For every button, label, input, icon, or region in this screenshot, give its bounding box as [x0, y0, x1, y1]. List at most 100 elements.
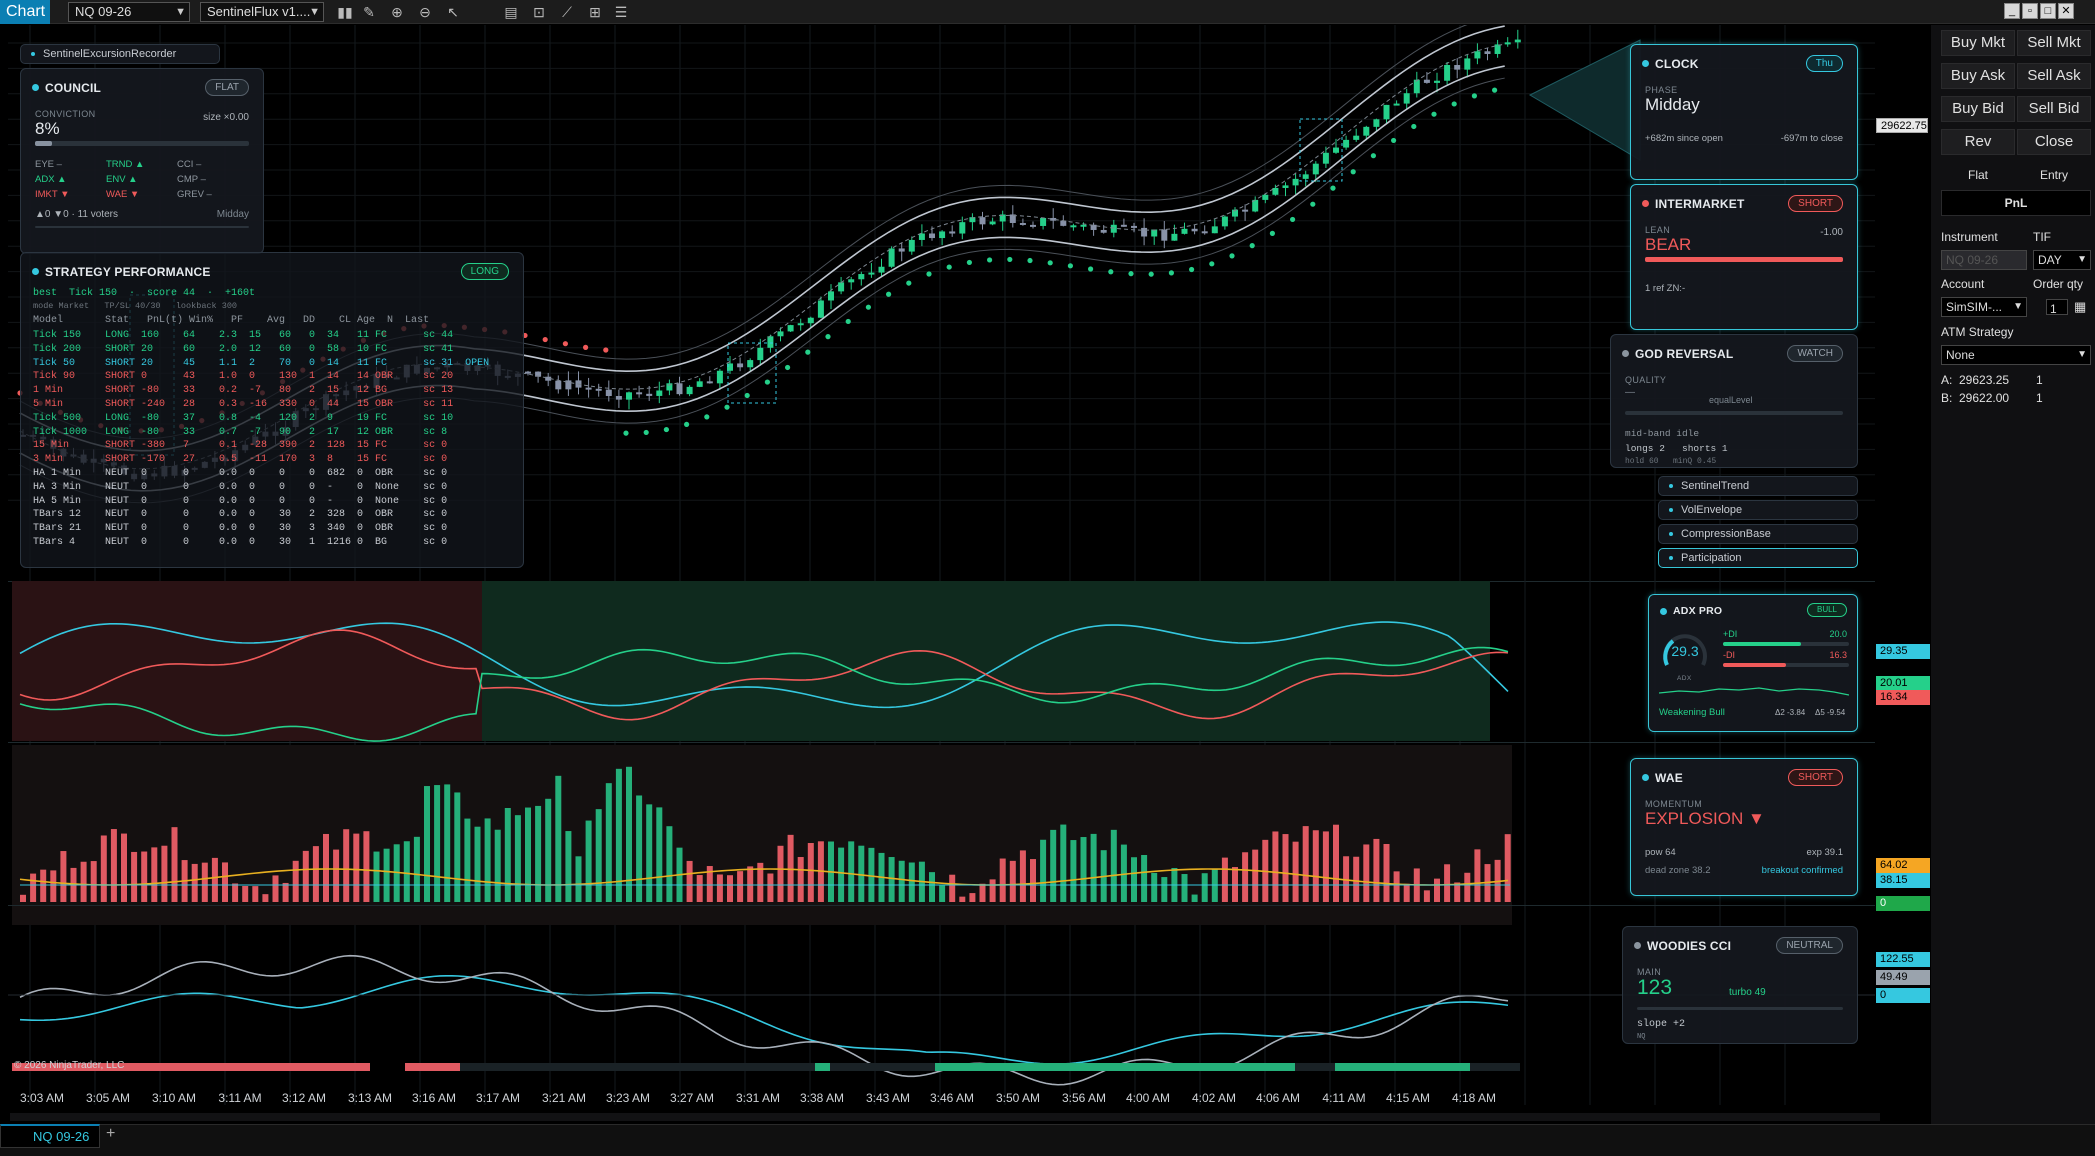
pointer-icon[interactable]: ↖	[444, 3, 462, 21]
recorder-label[interactable]: SentinelExcursionRecorder	[20, 44, 220, 64]
wae-bar	[1080, 837, 1087, 902]
strategy-row: 5 Min SHORT -240 28 0.3 -16 330 0 44 15 …	[33, 399, 454, 410]
snapshot-icon[interactable]: ⊡	[530, 3, 548, 21]
pdi-label: +DI	[1723, 629, 1738, 639]
trend-dot	[1007, 256, 1013, 263]
chart-area[interactable]: 29650.0029640.0029630.0029620.0029610.00…	[0, 25, 1880, 1135]
status-dot	[32, 84, 39, 91]
instrument-tab[interactable]: NQ 09-26	[0, 1124, 100, 1148]
quality-label: QUALITY	[1625, 375, 1667, 385]
buy-ask-button[interactable]: Buy Ask	[1941, 63, 2015, 89]
candle	[1494, 44, 1501, 54]
draw-pencil-icon[interactable]: ✎	[360, 3, 378, 21]
wae-bar	[1353, 856, 1360, 902]
bid-qty: 1	[2036, 391, 2043, 405]
time-axis-label: 4:15 AM	[1386, 1091, 1430, 1105]
time-axis-label: 3:43 AM	[866, 1091, 910, 1105]
wae-bar	[343, 829, 350, 902]
candle	[838, 282, 845, 292]
time-axis-label: 3:13 AM	[348, 1091, 392, 1105]
wae-bar	[979, 883, 986, 902]
session-strip	[1470, 1063, 1520, 1071]
order-qty-value[interactable]: 1	[2046, 299, 2068, 316]
account-select[interactable]: SimSIM-... ▼	[1941, 297, 2027, 317]
sell-bid-button[interactable]: Sell Bid	[2017, 96, 2091, 122]
window-maximize-icon[interactable]: □	[2040, 3, 2056, 19]
strategies-icon[interactable]: ⟋	[558, 3, 576, 21]
separator	[8, 742, 1875, 743]
clock-panel[interactable]: CLOCK Thu PHASE Midday +682m since open …	[1630, 44, 1858, 180]
strategy-mode: mode Market TP/SL 40/30 lookback 300	[33, 301, 238, 311]
properties-icon[interactable]: ▤	[502, 3, 520, 21]
chevron-down-icon: ▼	[2013, 301, 2023, 312]
trend-dot	[1290, 216, 1296, 223]
float-label-sentineltrend[interactable]: SentinelTrend	[1658, 476, 1858, 496]
candle	[1242, 209, 1249, 212]
candle	[1110, 224, 1117, 233]
chevron-down-icon: ▼	[309, 6, 320, 18]
window-minimize-icon[interactable]: _	[2004, 3, 2020, 19]
candle	[1131, 225, 1137, 228]
calculator-icon[interactable]: ▦	[2074, 298, 2086, 316]
wae-bar	[1161, 877, 1168, 902]
adx-delta5: Δ5 -9.54	[1815, 708, 1846, 717]
adx-value-tag: 20.01	[1876, 676, 1930, 691]
god-reversal-panel[interactable]: GOD REVERSAL WATCH QUALITY — equalLevel …	[1610, 334, 1858, 468]
float-label-participation[interactable]: Participation	[1658, 548, 1858, 568]
candle	[1019, 222, 1026, 225]
tif-select[interactable]: DAY ▼	[2033, 250, 2091, 270]
instrument-selector[interactable]: NQ 09-26 ▼	[68, 2, 190, 22]
order-qty-stepper[interactable]: 1 ▦	[2033, 297, 2091, 317]
council-voter: EYE –	[35, 159, 62, 170]
woodies-cci-panel[interactable]: WOODIES CCI NEUTRAL MAIN 123 turbo 49 sl…	[1622, 926, 1858, 1044]
chart-canvas[interactable]: 29650.0029640.0029630.0029620.0029610.00…	[0, 25, 1880, 1135]
order-qty-label: Order qty	[2033, 277, 2084, 291]
add-tab-button[interactable]: +	[106, 1125, 115, 1143]
candle	[939, 231, 946, 239]
wae-bar	[363, 831, 370, 902]
session-strip	[830, 1063, 935, 1071]
float-label-volenvelope[interactable]: VolEnvelope	[1658, 500, 1858, 520]
zoom-in-icon[interactable]: ⊕	[388, 3, 406, 21]
time-axis-label: 4:02 AM	[1192, 1091, 1236, 1105]
wae-bar	[50, 870, 57, 902]
council-voter: TRND ▲	[106, 159, 145, 170]
reverse-button[interactable]: Rev	[1941, 129, 2015, 155]
lean-bar	[1645, 257, 1843, 262]
chevron-down-icon: ▼	[2077, 254, 2087, 265]
trend-dot	[623, 430, 629, 436]
chart-tab[interactable]: Chart	[0, 0, 50, 24]
close-position-button[interactable]: Close	[2017, 129, 2091, 155]
sell-ask-button[interactable]: Sell Ask	[2017, 63, 2091, 89]
list-icon[interactable]: ☰	[612, 3, 630, 21]
bar-type-icon[interactable]: ▮▮	[336, 3, 354, 21]
council-panel[interactable]: COUNCIL FLAT CONVICTION 8% size ×0.00 EY…	[20, 68, 264, 254]
indicator-selector[interactable]: SentinelFlux v1.... ▼	[200, 2, 324, 22]
float-label-compressionbase[interactable]: CompressionBase	[1658, 524, 1858, 544]
intermarket-panel[interactable]: INTERMARKET SHORT LEAN BEAR -1.00 1 ref …	[1630, 184, 1858, 330]
window-restore-icon[interactable]: ▫	[2022, 3, 2038, 19]
window-close-icon[interactable]: ✕	[2058, 3, 2074, 19]
instrument-selector-value: NQ 09-26	[75, 4, 132, 19]
trend-dot	[946, 264, 952, 270]
adx-pro-panel[interactable]: ADX PRO BULL 29.3 ADX +DI 20.0 -DI 16.3 …	[1648, 594, 1858, 732]
time-axis-label: 4:18 AM	[1452, 1091, 1496, 1105]
buy-market-button[interactable]: Buy Mkt	[1941, 30, 2015, 56]
buy-bid-button[interactable]: Buy Bid	[1941, 96, 2015, 122]
zoom-out-icon[interactable]: ⊖	[416, 3, 434, 21]
wae-bar	[1403, 883, 1410, 902]
phase-label: PHASE	[1645, 85, 1678, 95]
indicators-icon[interactable]: ⊞	[586, 3, 604, 21]
candle	[1282, 185, 1289, 188]
wae-bar	[1201, 873, 1208, 902]
trend-dot	[1249, 243, 1255, 249]
strategy-performance-panel[interactable]: STRATEGY PERFORMANCE LONG best Tick 150 …	[20, 252, 524, 568]
wae-panel[interactable]: WAE SHORT MOMENTUM EXPLOSION ▼ pow 64 ex…	[1630, 758, 1858, 896]
instrument-field[interactable]: NQ 09-26	[1941, 250, 2027, 270]
trend-dot	[583, 344, 589, 350]
sell-market-button[interactable]: Sell Mkt	[2017, 30, 2091, 56]
atm-strategy-select[interactable]: None ▼	[1941, 345, 2091, 365]
wae-bar	[1363, 844, 1370, 902]
wae-bar	[383, 848, 390, 902]
trend-dot	[1451, 101, 1457, 107]
